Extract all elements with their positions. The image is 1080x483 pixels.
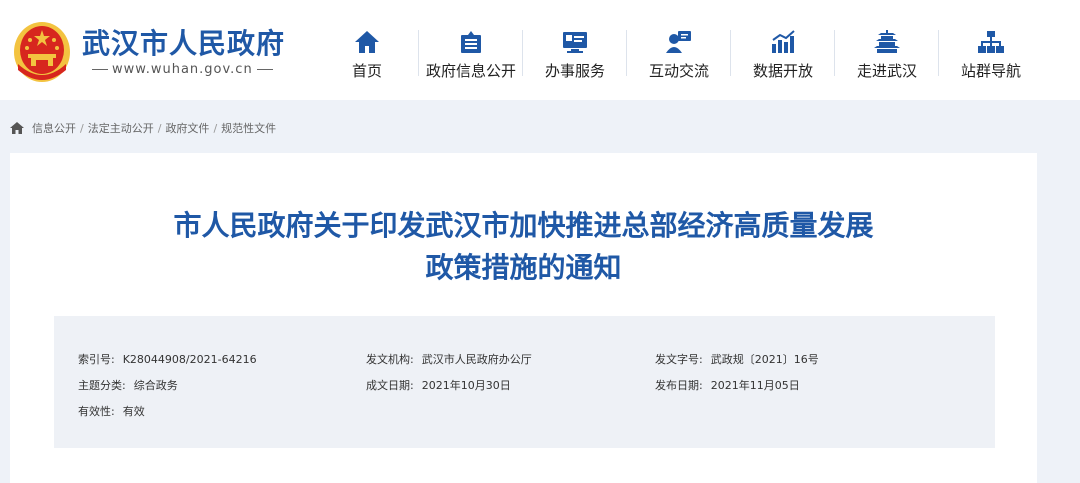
national-emblem-icon [14,22,70,82]
nav-label: 数据开放 [752,62,813,80]
meta-created-date: 成文日期: 2021年10月30日 [366,379,511,392]
nav-label: 首页 [351,62,382,80]
data-chart-icon [772,30,795,53]
tower-icon [874,30,900,53]
nav-label: 互动交流 [648,62,709,80]
breadcrumb-statutory-disclosure[interactable]: 法定主动公开 [88,120,154,136]
breadcrumb: 信息公开 / 法定主动公开 / 政府文件 / 规范性文件 [10,120,276,136]
nav-label: 办事服务 [544,62,605,80]
nav-services[interactable]: 办事服务 [523,0,627,100]
document-title-line1: 市人民政府关于印发武汉市加快推进总部经济高质量发展 [173,209,874,242]
document-title-line2: 政策措施的通知 [425,251,622,284]
breadcrumb-separator: / [80,121,84,135]
nav-about-wuhan[interactable]: 走进武汉 [835,0,939,100]
meta-issuer: 发文机构: 武汉市人民政府办公厅 [366,353,532,366]
meta-validity: 有效性: 有效 [78,405,145,418]
breadcrumb-separator: / [157,121,162,135]
document-title: 市人民政府关于印发武汉市加快推进总部经济高质量发展 政策措施的通知 [10,205,1037,289]
nav-label: 站群导航 [960,62,1021,80]
meta-doc-no: 发文字号: 武政规〔2021〕16号 [655,353,819,366]
site-title[interactable]: 武汉市人民政府 [82,22,285,62]
main-nav: 首页 政府信息公开 办事服务 互动交流 数据开放 走进武汉 站群导航 [315,0,1043,100]
home-icon [355,31,379,53]
sitemap-icon [978,31,1004,53]
nav-home[interactable]: 首页 [315,0,419,100]
breadcrumb-gov-documents[interactable]: 政府文件 [165,120,209,136]
nav-data-open[interactable]: 数据开放 [731,0,835,100]
breadcrumb-normative-documents[interactable]: 规范性文件 [221,120,276,136]
breadcrumb-info-public[interactable]: 信息公开 [32,120,76,136]
interaction-icon [666,31,691,53]
nav-sitemap[interactable]: 站群导航 [939,0,1043,100]
meta-index-no: 索引号: K28044908/2021-64216 [78,353,257,366]
info-disclosure-icon [461,31,481,53]
nav-info-disclosure[interactable]: 政府信息公开 [419,0,523,100]
breadcrumb-separator: / [213,121,218,135]
services-icon [563,32,587,53]
meta-category: 主题分类: 综合政务 [78,379,178,392]
site-url: www.wuhan.gov.cn [88,62,277,77]
home-icon[interactable] [10,122,24,134]
nav-interaction[interactable]: 互动交流 [627,0,731,100]
nav-label: 走进武汉 [856,62,917,80]
nav-label: 政府信息公开 [425,62,516,80]
document-metadata: 索引号: K28044908/2021-64216 发文机构: 武汉市人民政府办公厅… [54,316,995,448]
meta-published-date: 发布日期: 2021年11月05日 [655,379,800,392]
document-panel: 市人民政府关于印发武汉市加快推进总部经济高质量发展 政策措施的通知 索引号: K2… [10,153,1037,483]
site-header: 武汉市人民政府 www.wuhan.gov.cn 首页 政府信息公开 办事服务 … [0,0,1080,100]
